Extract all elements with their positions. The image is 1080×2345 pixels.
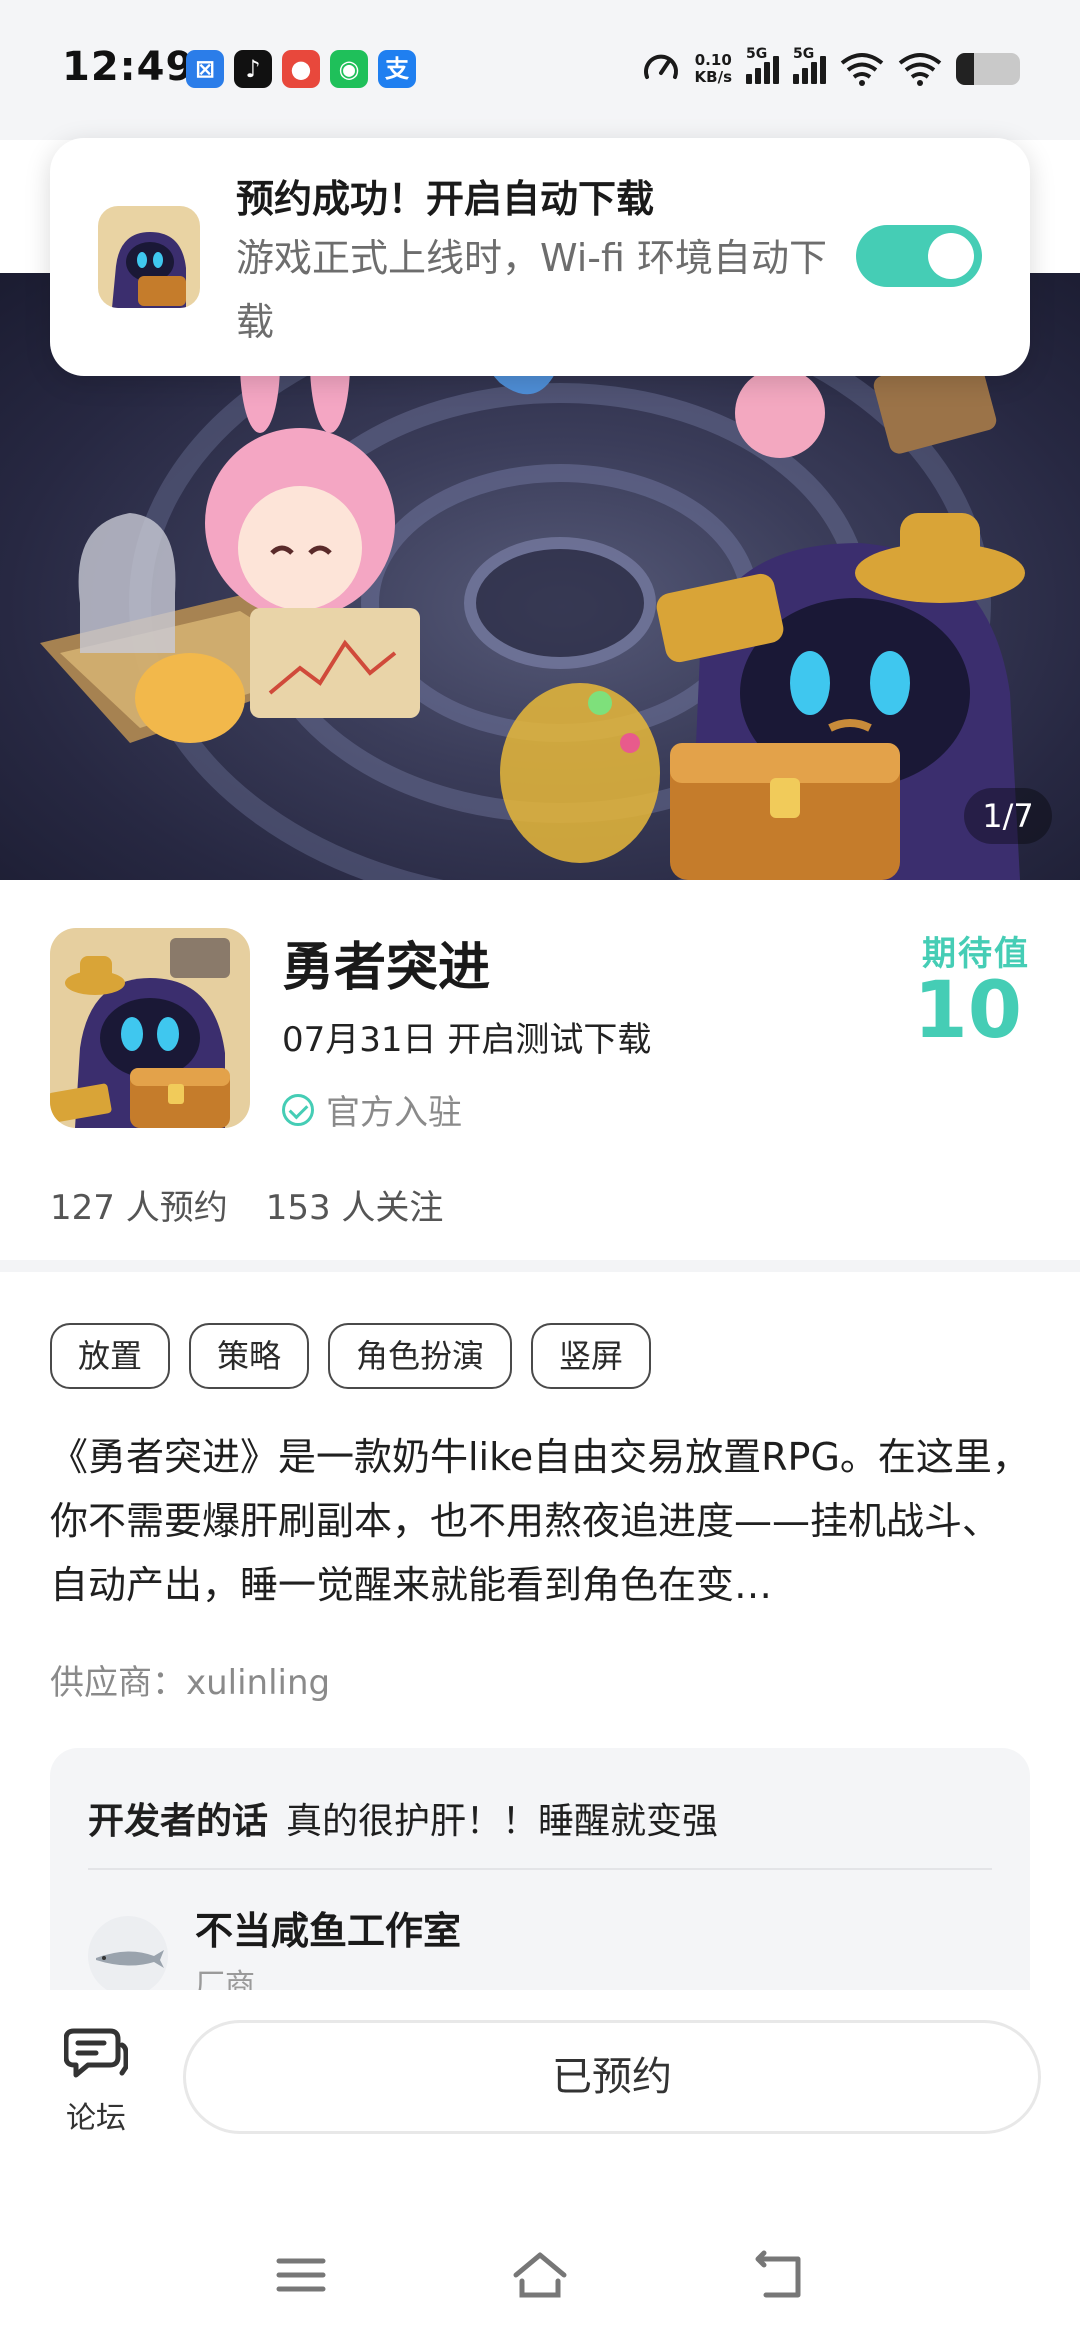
wifi-icon: [898, 53, 942, 86]
release-date: 07月31日 开启测试下载: [282, 1020, 652, 1060]
bottom-action-bar: 论坛 已预约: [0, 1990, 1080, 2185]
forum-icon: [63, 2028, 129, 2078]
mail-app-icon: ⊠: [186, 50, 224, 88]
expectation-value: 10: [913, 966, 1022, 1056]
back-icon[interactable]: [750, 2245, 810, 2305]
data-saver-icon: [643, 54, 678, 79]
tiktok-icon: ♪: [234, 50, 272, 88]
toast-game-icon: [98, 206, 200, 308]
developer-note: 开发者的话 真的很护肝！！睡醒就变强: [88, 1792, 718, 1844]
tag-strategy[interactable]: 策略: [189, 1323, 310, 1389]
battery-level: [956, 53, 974, 85]
verified-check-icon: [282, 1093, 314, 1126]
toast-description: 游戏正式上线时，Wi-fi 环境自动下载: [236, 236, 828, 344]
reservation-count: 127 人预约: [50, 1188, 228, 1228]
official-label: 官方入驻: [326, 1093, 462, 1133]
status-bar: 12:49 ⊠ ♪ ● ◉ 支 0.10 KB/s 5G 5G: [0, 0, 1080, 140]
developer-card[interactable]: 开发者的话 真的很护肝！！睡醒就变强 不当咸鱼工作室 厂商: [50, 1748, 1030, 1998]
stats-row: 127 人预约 153 人关注: [50, 1180, 443, 1229]
section-divider: [0, 1260, 1080, 1272]
network-speed-value: 0.10: [694, 51, 732, 69]
wechat-icon: ◉: [330, 50, 368, 88]
toast-title: 预约成功！开启自动下载: [236, 177, 655, 221]
developer-note-label: 开发者的话: [88, 1801, 269, 1842]
status-indicators: 0.10 KB/s 5G 5G: [641, 46, 1020, 92]
signal-icon: 5G: [746, 46, 779, 84]
reddit-app-icon: ●: [282, 50, 320, 88]
status-time: 12:49: [62, 44, 195, 90]
tag-portrait[interactable]: 竖屏: [531, 1323, 652, 1389]
studio-avatar[interactable]: [88, 1916, 168, 1996]
tag-idle[interactable]: 放置: [50, 1323, 171, 1389]
system-nav-bar: [0, 2185, 1080, 2345]
forum-button[interactable]: 论坛: [56, 2025, 136, 2137]
official-badge: 官方入驻: [282, 1085, 462, 1134]
tag-rpg[interactable]: 角色扮演: [328, 1323, 513, 1389]
menu-icon[interactable]: [271, 2245, 331, 2305]
developer-divider: [88, 1868, 992, 1870]
supplier-info: 供应商：xulinling: [50, 1663, 331, 1703]
network-speed-unit: KB/s: [694, 68, 732, 86]
home-icon[interactable]: [510, 2245, 570, 2305]
banner-page-indicator: 1/7: [964, 788, 1052, 844]
game-description[interactable]: 《勇者突进》是一款奶牛like自由交易放置RPG。在这里，你不需要爆肝刷副本，也…: [50, 1425, 1035, 1617]
forum-label: 论坛: [66, 2101, 126, 2136]
signal-icon-2: 5G: [793, 46, 826, 84]
battery-icon: [956, 53, 1020, 85]
follower-count: 153 人关注: [265, 1188, 444, 1228]
auto-download-toggle[interactable]: [856, 225, 982, 287]
wifi-plus-icon: [840, 53, 884, 86]
alipay-icon: 支: [378, 50, 416, 88]
game-title: 勇者突进: [282, 938, 491, 998]
game-icon: [50, 928, 250, 1128]
signal-label: 5G: [746, 46, 768, 62]
network-speed: 0.10 KB/s: [695, 52, 732, 86]
toggle-knob: [928, 233, 974, 279]
reservation-toast: 预约成功！开启自动下载 游戏正式上线时，Wi-fi 环境自动下载: [50, 138, 1030, 376]
tag-list: 放置 策略 角色扮演 竖屏: [50, 1323, 652, 1389]
signal-label-2: 5G: [793, 46, 815, 62]
reserved-button[interactable]: 已预约: [183, 2020, 1041, 2134]
studio-name[interactable]: 不当咸鱼工作室: [195, 1900, 461, 1955]
developer-note-text: 真的很护肝！！睡醒就变强: [286, 1801, 719, 1842]
